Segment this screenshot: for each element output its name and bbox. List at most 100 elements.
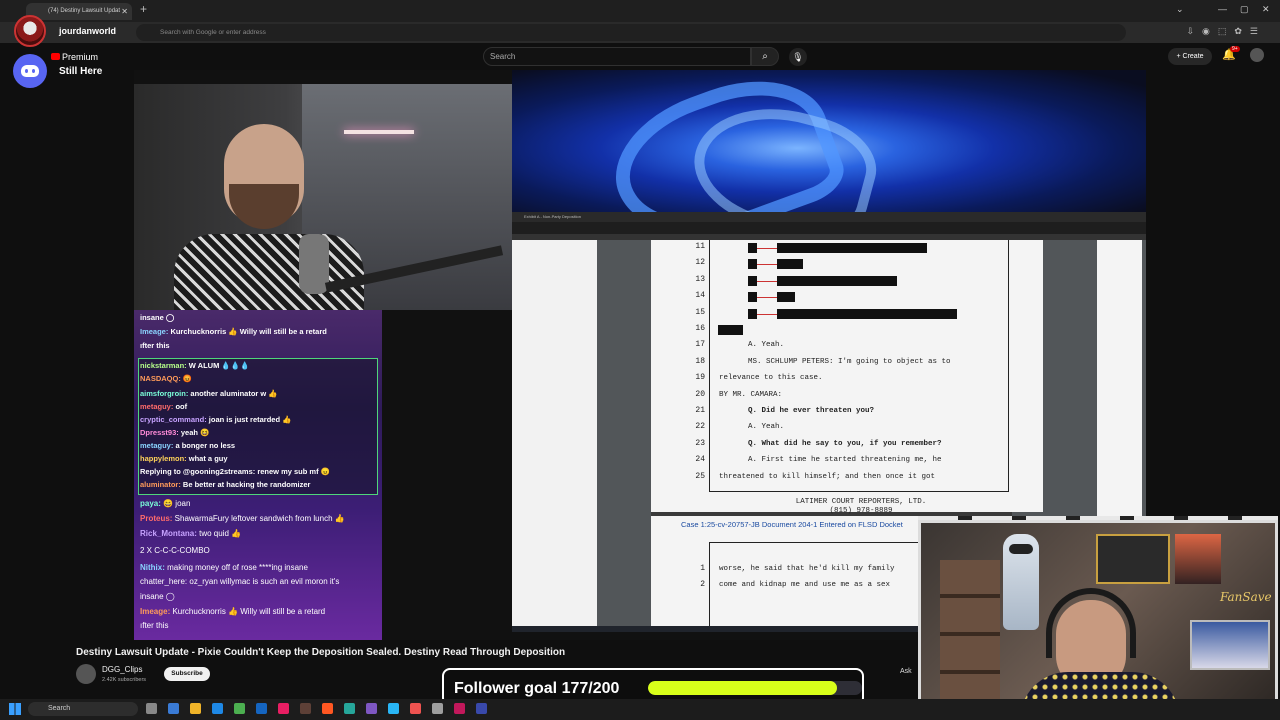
new-tab-icon[interactable]: +	[140, 2, 147, 16]
redaction-bar	[777, 308, 957, 319]
extension-icons[interactable]: ⇩◉⬚✿☰	[1186, 26, 1266, 37]
framed-picture	[1190, 620, 1270, 670]
line-number: 17	[695, 340, 705, 350]
transcript-line: A. Yeah.	[748, 341, 785, 350]
chat-message: nickstarman: W ALUM 💧💧💧	[140, 360, 249, 371]
subscribe-button[interactable]: Subscribe	[164, 667, 210, 681]
transcript-line: A. Yeah.	[748, 423, 785, 432]
address-bar[interactable]: Search with Google or enter address	[136, 24, 1126, 41]
taskbar-app-icon[interactable]	[410, 703, 421, 714]
taskbar-app-icon[interactable]	[454, 703, 465, 714]
chat-message: aimsforgroin: another aluminator w 👍	[140, 388, 278, 399]
chat-text: joan is just retarded 👍	[208, 415, 292, 424]
channel-avatar[interactable]	[14, 15, 46, 47]
chat-username: Nithix:	[140, 563, 168, 572]
chat-message: ıfter this	[140, 340, 170, 351]
taskbar-app-icon[interactable]	[190, 703, 201, 714]
line-number: 20	[695, 389, 705, 399]
navigation-bar: Search with Google or enter address ⇩◉⬚✿…	[0, 22, 1280, 43]
ask-button[interactable]: Ask	[900, 668, 912, 675]
reporter-phone: (815) 978-8889	[829, 507, 893, 515]
chat-message: Nithix: making money off of rose ****ing…	[140, 562, 308, 573]
channel-name-top[interactable]: jourdanworld	[59, 26, 116, 36]
fansave-logo: FanSave	[1220, 590, 1272, 604]
streamer-shirt	[174, 234, 364, 310]
search-icon[interactable]: ⌕	[751, 47, 779, 66]
line-number: 21	[695, 406, 705, 415]
close-window-icon[interactable]: ✕	[1262, 4, 1270, 15]
chat-message: ıfter this	[140, 620, 168, 631]
channel-name[interactable]: DGG_Clips	[102, 665, 142, 674]
maximize-icon[interactable]: ▢	[1240, 4, 1249, 15]
transcript-line: MS. SCHLUMP PETERS: I'm going to object …	[748, 357, 951, 366]
taskbar-app-icon[interactable]	[344, 703, 355, 714]
search-input[interactable]: Search	[483, 47, 751, 66]
microphone-icon[interactable]: 🎙	[789, 48, 807, 66]
chat-text: yeah 😆	[180, 428, 210, 437]
redaction-mark	[748, 259, 757, 270]
chat-text: insane ◯	[140, 313, 175, 322]
taskbar-app-icon[interactable]	[146, 703, 157, 714]
windows-start-icon[interactable]	[9, 703, 21, 715]
chat-text: ıfter this	[140, 621, 169, 630]
chat-username: nickstarman:	[140, 361, 189, 370]
chat-message: metaguy: a bonger no less	[140, 440, 235, 451]
taskbar-app-icon[interactable]	[234, 703, 245, 714]
premium-logo[interactable]: Premium	[51, 52, 98, 62]
redaction-line	[757, 280, 777, 282]
follower-goal-bar	[648, 681, 862, 695]
redaction-line	[757, 264, 777, 266]
chat-message: Replying to @gooning2streams: renew my s…	[140, 466, 330, 477]
chat-text: Kurchucknorris 👍 Willy will still be a r…	[172, 607, 326, 616]
transcript-line: Q. Did he ever threaten you?	[748, 407, 875, 415]
wall-poster	[1175, 534, 1221, 584]
pdf-tab[interactable]: Exhibit A - Non-Party Deposition	[512, 212, 1146, 222]
chat-message: Imeage: Kurchucknorris 👍 Willy will stil…	[140, 606, 325, 617]
transcript-line: relevance to this case.	[719, 374, 823, 383]
line-number: 19	[695, 373, 705, 383]
wall-poster	[1096, 534, 1170, 584]
deposition-page: 11 12 13 14 15 16 17 A. Yeah. 18 MS. SCHLUMP PETE…	[651, 240, 1043, 515]
taskbar-app-icon[interactable]	[388, 703, 399, 714]
taskbar-app-icon[interactable]	[432, 703, 443, 714]
taskbar-app-icon[interactable]	[300, 703, 311, 714]
chat-message: Dpresst93: yeah 😆	[140, 427, 209, 438]
line-number: 18	[695, 356, 705, 366]
line-number: 24	[695, 455, 705, 465]
minimize-icon[interactable]: —	[1218, 4, 1227, 14]
redaction-mark	[748, 308, 757, 319]
taskbar-app-icon[interactable]	[366, 703, 377, 714]
transcript-line: A. First time he started threatening me,…	[748, 456, 942, 465]
chat-text: making money off of rose ****ing insane	[167, 563, 308, 572]
taskbar-app-icon[interactable]	[212, 703, 223, 714]
streamer-webcam	[134, 84, 512, 310]
reporter-name: LATIMER COURT REPORTERS, LTD.	[795, 498, 927, 506]
chat-text: chatter_here: oz_ryan willymac is such a…	[140, 577, 340, 586]
chat-text: insane ◯	[140, 592, 175, 601]
transcript-line: Q. What did he say to you, if you rememb…	[748, 439, 942, 448]
taskbar-app-icon[interactable]	[168, 703, 179, 714]
redaction-mark	[748, 292, 757, 303]
browser-tab[interactable]: (74) Destiny Lawsuit Updat ✕	[26, 3, 132, 20]
close-tab-icon[interactable]: ✕	[121, 3, 128, 20]
chat-text: Kurchucknorris 👍 Willy will still be a r…	[170, 327, 327, 336]
redaction-bar	[718, 325, 743, 335]
chat-username: Dpresst93:	[140, 428, 181, 437]
channel-avatar-small[interactable]	[76, 664, 96, 684]
chat-text: ShawarmaFury leftover sandwich from lunc…	[174, 514, 345, 523]
account-avatar[interactable]	[1250, 48, 1264, 62]
line-number: 2	[700, 580, 705, 589]
create-button[interactable]: + Create	[1168, 48, 1212, 65]
chat-message: happylemon: what a guy	[140, 453, 228, 464]
tab-list-icon[interactable]: ⌄	[1176, 4, 1184, 15]
taskbar-search[interactable]: Search	[28, 702, 138, 716]
taskbar-app-icon[interactable]	[476, 703, 487, 714]
chat-text: Be better at hacking the randomizer	[182, 480, 311, 489]
taskbar-app-icon[interactable]	[322, 703, 333, 714]
chat-username: aimsforgroin:	[140, 389, 191, 398]
taskbar-app-icon[interactable]	[256, 703, 267, 714]
transcript-line: threatened to kill himself; and then onc…	[719, 472, 936, 481]
taskbar-app-icon[interactable]	[278, 703, 289, 714]
chat-text: Replying to @gooning2streams: renew my s…	[140, 467, 331, 476]
chat-text: a bonger no less	[175, 441, 236, 450]
